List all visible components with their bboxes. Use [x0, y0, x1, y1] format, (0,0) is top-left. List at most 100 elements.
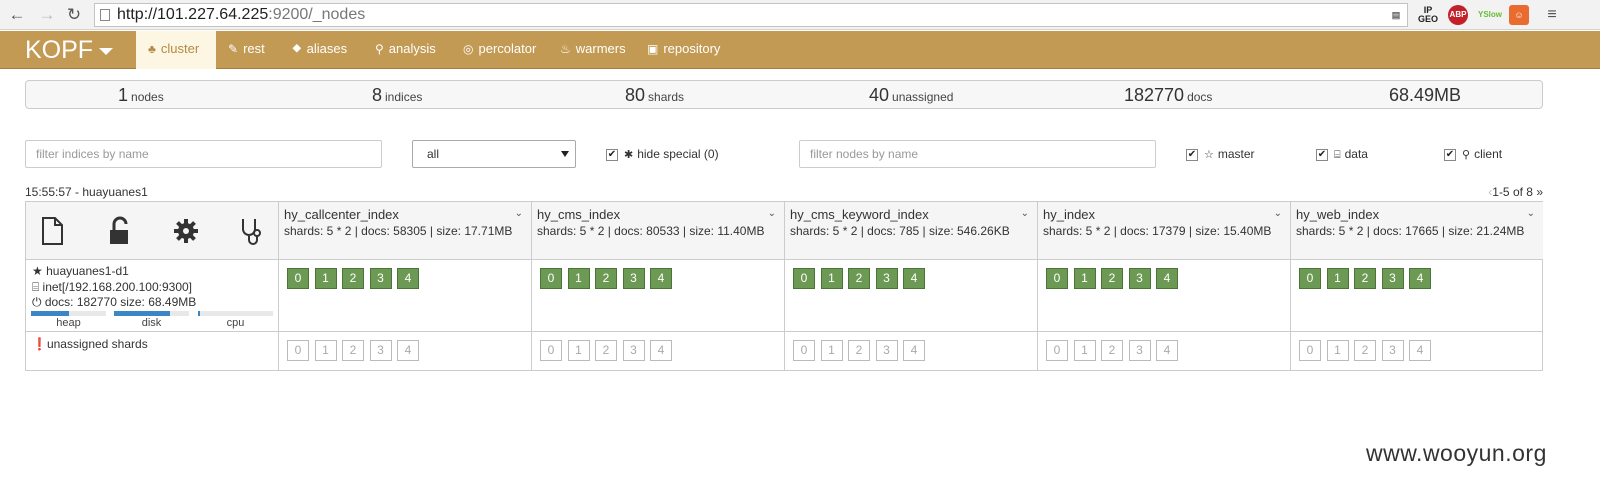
checkbox-icon[interactable]: ✔: [1186, 148, 1198, 161]
nav-rest[interactable]: ✎ rest: [216, 31, 277, 69]
back-arrow-icon[interactable]: ←: [6, 4, 28, 26]
shard-started[interactable]: 4: [650, 268, 672, 289]
index-header[interactable]: hy_callcenter_index ⌄ shards: 5 * 2 | docs…: [279, 202, 532, 260]
shard-started[interactable]: 1: [314, 268, 337, 289]
shard-unassigned[interactable]: 0: [1299, 340, 1321, 361]
chevron-down-icon[interactable]: ⌄: [1021, 208, 1029, 219]
forward-arrow-icon[interactable]: →: [36, 4, 58, 26]
client-checkbox[interactable]: ✔ ⚲ client: [1444, 146, 1502, 163]
index-name[interactable]: hy_cms_index: [537, 207, 620, 222]
nav-warmers[interactable]: ♨ warmers: [548, 31, 638, 69]
nav-analysis[interactable]: ⚲ analysis: [363, 31, 448, 69]
checkbox-icon[interactable]: ✔: [1316, 148, 1328, 161]
checkbox-icon[interactable]: ✔: [1444, 148, 1456, 161]
stethoscope-icon[interactable]: [238, 216, 266, 246]
chevron-down-icon[interactable]: ⌄: [768, 208, 776, 219]
filter-indices-input[interactable]: filter indices by name: [25, 140, 382, 168]
shard-started[interactable]: 2: [1354, 268, 1376, 289]
shard-started[interactable]: 1: [567, 268, 590, 289]
shard-started[interactable]: 1: [1326, 268, 1349, 289]
shard-unassigned[interactable]: 4: [1409, 340, 1431, 361]
chevron-down-icon[interactable]: ⌄: [1274, 208, 1282, 219]
shard-started[interactable]: 3: [875, 268, 898, 289]
shard-unassigned[interactable]: 3: [369, 340, 392, 361]
shard-unassigned[interactable]: 2: [848, 340, 870, 361]
index-state-select[interactable]: all: [412, 140, 576, 168]
reload-icon[interactable]: ↻: [63, 4, 85, 26]
shard-started[interactable]: 2: [342, 268, 364, 289]
filter-nodes-input[interactable]: filter nodes by name: [799, 140, 1156, 168]
unlock-icon[interactable]: [105, 216, 133, 246]
address-bar[interactable]: http://101.227.64.225:9200/_nodes: [94, 3, 1408, 27]
yslow-extension-icon[interactable]: YSlow: [1478, 5, 1502, 25]
hide-special-checkbox[interactable]: ✔ ✱ hide special (0): [606, 146, 719, 163]
shard-unassigned[interactable]: 1: [567, 340, 590, 361]
shard-started[interactable]: 0: [793, 268, 815, 289]
shard-unassigned[interactable]: 3: [622, 340, 645, 361]
shard-unassigned[interactable]: 4: [1156, 340, 1178, 361]
shard-unassigned[interactable]: 1: [1073, 340, 1096, 361]
shard-unassigned[interactable]: 2: [1354, 340, 1376, 361]
settings-gear-icon[interactable]: [172, 216, 200, 246]
shard-unassigned[interactable]: 0: [287, 340, 309, 361]
nav-cluster[interactable]: ♣ cluster: [136, 31, 216, 69]
shard-unassigned[interactable]: 4: [397, 340, 419, 361]
shard-unassigned[interactable]: 1: [314, 340, 337, 361]
node-info-cell[interactable]: ★ huayuanes1-d1 ⌸ inet[/192.168.200.100:…: [26, 260, 279, 332]
index-header[interactable]: hy_index ⌄ shards: 5 * 2 | docs: 17379 | s…: [1038, 202, 1291, 260]
shard-unassigned[interactable]: 0: [793, 340, 815, 361]
checkbox-icon[interactable]: ✔: [606, 148, 618, 161]
shard-started[interactable]: 3: [369, 268, 392, 289]
shard-started[interactable]: 4: [1409, 268, 1431, 289]
new-index-file-icon[interactable]: [38, 216, 66, 246]
data-checkbox[interactable]: ✔ ⌸ data: [1316, 146, 1368, 163]
shell-extension-icon[interactable]: ☺: [1509, 5, 1529, 25]
shard-started[interactable]: 0: [540, 268, 562, 289]
shard-unassigned[interactable]: 3: [875, 340, 898, 361]
shard-started[interactable]: 3: [1128, 268, 1151, 289]
kopf-brand-menu[interactable]: KOPF: [25, 35, 114, 65]
shard-unassigned[interactable]: 3: [1381, 340, 1404, 361]
shard-started[interactable]: 4: [903, 268, 925, 289]
master-checkbox[interactable]: ✔ ☆ master: [1186, 146, 1255, 163]
chevron-down-icon[interactable]: ⌄: [1527, 208, 1535, 219]
index-name[interactable]: hy_callcenter_index: [284, 207, 399, 222]
nav-aliases[interactable]: ⯁ aliases: [280, 31, 359, 69]
shard-started[interactable]: 2: [848, 268, 870, 289]
index-header[interactable]: hy_cms_index ⌄ shards: 5 * 2 | docs: 80533…: [532, 202, 785, 260]
index-name[interactable]: hy_index: [1043, 207, 1095, 222]
index-header[interactable]: hy_web_index ⌄ shards: 5 * 2 | docs: 17665…: [1291, 202, 1543, 260]
shard-started[interactable]: 1: [1073, 268, 1096, 289]
shard-started[interactable]: 0: [1299, 268, 1321, 289]
shard-unassigned[interactable]: 2: [342, 340, 364, 361]
nav-repository[interactable]: ▣ repository: [635, 31, 732, 69]
shard-started[interactable]: 0: [1046, 268, 1068, 289]
shard-unassigned[interactable]: 2: [1101, 340, 1123, 361]
shard-unassigned[interactable]: 3: [1128, 340, 1151, 361]
adblock-extension-icon[interactable]: ABP: [1448, 5, 1468, 25]
ip-geo-extension-icon[interactable]: IP GEO: [1418, 5, 1438, 25]
shard-started[interactable]: 4: [397, 268, 419, 289]
shard-started[interactable]: 1: [820, 268, 843, 289]
shard-unassigned[interactable]: 2: [595, 340, 617, 361]
shard-unassigned[interactable]: 0: [540, 340, 562, 361]
node-name[interactable]: huayuanes1-d1: [46, 264, 129, 278]
shard-started[interactable]: 2: [1101, 268, 1123, 289]
index-name[interactable]: hy_web_index: [1296, 207, 1379, 222]
shard-started[interactable]: 3: [622, 268, 645, 289]
index-name[interactable]: hy_cms_keyword_index: [790, 207, 929, 222]
shard-unassigned[interactable]: 4: [903, 340, 925, 361]
menu-icon[interactable]: ≡: [1542, 5, 1562, 25]
nav-percolator[interactable]: ◎ percolator: [451, 31, 548, 69]
chevron-down-icon[interactable]: ⌄: [515, 208, 523, 219]
shard-unassigned[interactable]: 1: [820, 340, 843, 361]
pager-next[interactable]: »: [1536, 185, 1543, 199]
shard-unassigned[interactable]: 1: [1326, 340, 1349, 361]
translate-icon[interactable]: ▤: [1386, 5, 1406, 25]
shard-unassigned[interactable]: 0: [1046, 340, 1068, 361]
index-header[interactable]: hy_cms_keyword_index ⌄ shards: 5 * 2 | doc…: [785, 202, 1038, 260]
shard-started[interactable]: 4: [1156, 268, 1178, 289]
shard-started[interactable]: 3: [1381, 268, 1404, 289]
shard-unassigned[interactable]: 4: [650, 340, 672, 361]
shard-started[interactable]: 0: [287, 268, 309, 289]
